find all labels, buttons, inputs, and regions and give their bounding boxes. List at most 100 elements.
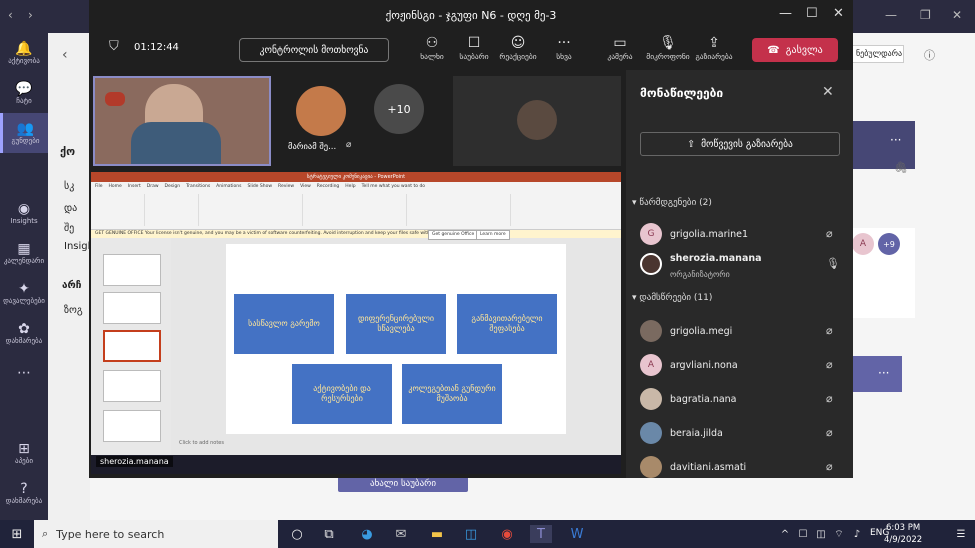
toolbar-camera-off-button[interactable]: ▭ კამერა [597, 34, 643, 61]
ppt-tab[interactable]: Tell me what you want to do [362, 184, 426, 189]
ppt-tab[interactable]: Draw [147, 184, 159, 189]
store-icon[interactable]: ◫ [460, 525, 482, 543]
toolbar-people-button[interactable]: ⚇ ხალხი [409, 34, 455, 61]
close-icon[interactable]: ✕ [833, 6, 844, 21]
ppt-tab[interactable]: Home [109, 184, 122, 189]
clock[interactable]: 6:03 PM 4/9/2022 [884, 522, 922, 546]
ppt-tab[interactable]: Insert [128, 184, 141, 189]
maximize-icon[interactable]: ☐ [806, 6, 818, 21]
ppt-tab[interactable]: Design [165, 184, 181, 189]
rail-item[interactable]: 👥 გუნდები [0, 113, 48, 153]
notes-placeholder[interactable]: Click to add notes [179, 440, 224, 446]
ppt-tab[interactable]: Slide Show [247, 184, 272, 189]
channel-item[interactable]: ზოგ [64, 305, 83, 316]
chrome-icon[interactable]: ◉ [496, 525, 518, 543]
rail-item[interactable]: ⊞ აპები [0, 433, 48, 473]
edge-icon[interactable]: ◕ [356, 525, 378, 543]
presenter-video[interactable] [93, 76, 271, 166]
volume-icon[interactable]: ♪ [846, 525, 868, 543]
teams-icon[interactable]: T [530, 525, 552, 543]
more-icon[interactable]: ··· [878, 366, 889, 380]
minimize-icon[interactable]: — [779, 6, 792, 21]
slide-canvas[interactable]: სასწავლო გარემო დიფერენცირებული სწავლება… [226, 244, 566, 434]
ppt-tab[interactable]: Review [278, 184, 294, 189]
toolbar-share-button[interactable]: ⇪ გაზიარება [691, 34, 737, 61]
back-arrow-icon[interactable]: ‹ [8, 8, 13, 22]
mic-off-icon: ⌀ [826, 358, 833, 371]
toolbar-reactions-button[interactable]: ☺ რეაქციები [495, 34, 541, 61]
ppt-tab[interactable]: Animations [216, 184, 241, 189]
toolbar-label: კამერა [607, 52, 633, 61]
participant-tile[interactable]: მარიამ შე... ⌀ +10 [274, 76, 454, 166]
shared-screen[interactable]: სტრატეგიული კომუნიკაცია - PowerPoint Fil… [91, 172, 621, 474]
mic-off-icon: ⌀ [826, 460, 833, 473]
close-icon[interactable]: ✕ [952, 8, 962, 22]
leave-button[interactable]: ☎ გასვლა [752, 38, 838, 62]
search-box[interactable]: ⌕ Type here to search [34, 520, 278, 548]
get-genuine-button[interactable]: Get genuine Office [428, 230, 479, 240]
slide-box[interactable]: განმავითარებელი შეფასება [457, 294, 557, 354]
slide-box[interactable]: აქტივობები და რესურსები [292, 364, 392, 424]
close-icon[interactable]: ✕ [822, 84, 834, 100]
avatar [296, 86, 346, 136]
attach-icon[interactable]: 🖇 [894, 161, 908, 174]
windows-start-icon[interactable]: ⊞ [6, 525, 28, 543]
file-explorer-icon[interactable]: ▬ [426, 525, 448, 543]
bell-icon: 🔔 [15, 41, 33, 57]
word-icon[interactable]: W [566, 525, 588, 543]
request-control-button[interactable]: კონტროლის მოთხოვნა [239, 38, 389, 62]
mail-icon[interactable]: ✉ [390, 525, 412, 543]
participant-row[interactable]: Ggrigolia.marine1 ⌀ [640, 220, 848, 250]
maximize-icon[interactable]: ❐ [920, 8, 931, 22]
toolbar-chat-button[interactable]: ☐ საუბარი [451, 34, 497, 61]
ppt-tab[interactable]: File [95, 184, 103, 189]
participant-row[interactable]: Aargvliani.nona ⌀ [640, 351, 848, 381]
toolbar-more-button[interactable]: ··· სხვა [541, 34, 587, 61]
participant-row[interactable]: davitiani.asmati ⌀ [640, 453, 848, 483]
participant-row[interactable]: grigolia.megi ⌀ [640, 317, 848, 347]
toolbar-mic-off-button[interactable]: 🎙 მიკროფონი [645, 34, 691, 61]
participant-row[interactable]: bagratia.nana ⌀ [640, 385, 848, 415]
slide-thumbnail[interactable] [103, 410, 161, 442]
forward-arrow-icon[interactable]: › [28, 8, 33, 22]
task-view-icon[interactable]: ⧉ [318, 525, 340, 543]
ppt-tab[interactable]: Help [345, 184, 355, 189]
slide-thumbnail-selected[interactable] [103, 330, 161, 362]
ppt-tab[interactable]: Transitions [186, 184, 210, 189]
participant-tile[interactable] [453, 76, 621, 166]
share-invite-button[interactable]: ⇪ მოწვევის გაზიარება [640, 132, 840, 156]
channel-item[interactable]: და [64, 203, 77, 214]
minimize-icon[interactable]: — [885, 8, 897, 22]
slide-box[interactable]: სასწავლო გარემო [234, 294, 334, 354]
learn-more-button[interactable]: Learn more [476, 230, 510, 240]
back-chevron-icon[interactable]: ‹ [62, 47, 68, 63]
slide-box[interactable]: კოლეგებთან გუნდური მუშაობა [402, 364, 502, 424]
channel-item[interactable]: შე [64, 223, 74, 234]
slide-thumbnail[interactable] [103, 292, 161, 324]
rail-item[interactable]: ▦ კალენდარი [0, 233, 48, 273]
rail-item[interactable]: ◉ Insights [0, 193, 48, 233]
more-icon[interactable]: ··· [890, 133, 901, 147]
ppt-tab[interactable]: Recording [317, 184, 340, 189]
rail-item[interactable]: ✿ დახმარება [0, 313, 48, 353]
ppt-tab[interactable]: View [300, 184, 311, 189]
channel-item[interactable]: სკ [64, 181, 74, 192]
slide-thumbnail[interactable] [103, 254, 161, 286]
rail-item[interactable]: ⋯ [0, 353, 48, 393]
slide-box[interactable]: დიფერენცირებული სწავლება [346, 294, 446, 354]
overflow-count[interactable]: +10 [374, 84, 424, 134]
cortana-icon[interactable]: ○ [286, 525, 308, 543]
rail-item[interactable]: 🔔 აქტივობა [0, 33, 48, 73]
attendees-section[interactable]: ▾ დამსწრეები (11) [632, 293, 712, 303]
rail-item[interactable]: ✦ დავალებები [0, 273, 48, 313]
slide-thumbnail[interactable] [103, 370, 161, 402]
notification-icon[interactable]: ☰ [950, 525, 972, 543]
participant-row[interactable]: sherozia.manana ორგანიზატორი 🎙 [640, 250, 848, 280]
dropdown[interactable]: ნებულდარა [852, 45, 904, 63]
info-icon[interactable]: ⓘ [924, 47, 935, 63]
new-conversation-button[interactable]: ახალი საუბარი [338, 476, 468, 492]
rail-item[interactable]: 💬 ჩატი [0, 73, 48, 113]
organizers-section[interactable]: ▾ წარმდგენები (2) [632, 198, 712, 208]
rail-item[interactable]: ? დახმარება [0, 473, 48, 513]
participant-row[interactable]: beraia.jilda ⌀ [640, 419, 848, 449]
